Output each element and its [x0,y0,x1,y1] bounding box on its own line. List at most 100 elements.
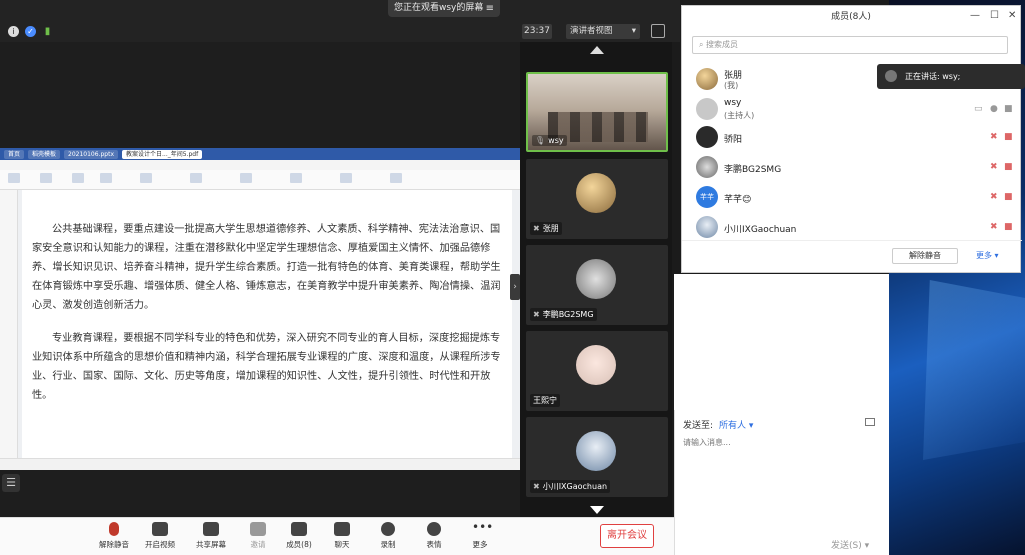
windows-logo-light [923,280,1025,460]
document-menu-bar [0,160,520,170]
scroll-down-arrow-icon[interactable] [590,506,604,514]
document-sidebar [0,190,18,458]
chat-panel: 发送至: 所有人 ▾ 发送(S) ▾ [674,410,889,555]
member-row[interactable]: 小川IXGaochuan ✖ ■ [682,212,1022,238]
add-person-icon [250,522,266,536]
mic-muted-icon: ✖ [990,222,998,232]
participant-name: ✖ 张朋 [530,222,562,235]
people-icon [291,522,307,536]
doc-tab-active: 教案设计个日..._年间5.pdf [122,149,203,159]
participant-tile[interactable]: ✖ 小川IXGaochuan [526,417,668,497]
mic-muted-icon: ✖ [990,132,998,142]
fullscreen-icon[interactable] [651,24,665,38]
ribbon-icon [190,173,202,183]
chat-history-area [674,274,889,410]
view-mode-button[interactable]: 演讲者视图 ▾ [566,24,640,39]
speaking-indicator: 正在讲话: wsy; [877,64,1025,89]
ribbon-icon [40,173,52,183]
camera-off-icon [152,522,168,536]
top-bar: 您正在观看wsy的屏幕 ≡ i ✓ ▮ 23:37 演讲者视图 ▾ [0,0,680,42]
paragraph: 专业教育课程，要根据不同学科专业的特色和优势，深入研究不同专业的育人目标，深度挖… [32,333,501,401]
document-page: 公共基础课程，要重点建设一批提高大学生思想道德修养、人文素质、科学精神、宪法法治… [22,190,512,458]
member-avatar: 芊芊 [696,186,718,208]
collapse-panel-handle[interactable]: › [510,274,520,300]
ribbon-icon [100,173,112,183]
unmute-button[interactable]: 解除静音 [92,522,136,550]
more-button[interactable]: ••• 更多 [458,521,502,550]
member-avatar [696,156,718,178]
participant-avatar [576,431,616,471]
chevron-down-icon: ▾ [864,541,870,551]
members-more-button[interactable]: 更多 ▾ [976,248,999,264]
paragraph: 公共基础课程，要重点建设一批提高大学生思想道德修养、人文素质、科学精神、宪法法治… [32,224,501,311]
image-icon[interactable] [865,418,875,426]
unmute-all-button[interactable]: 解除静音 [892,248,958,264]
chat-button[interactable]: 聊天 [320,522,364,550]
participant-name: 王熙宁 [530,394,560,407]
document-ribbon [0,170,520,190]
chevron-down-icon: ▾ [746,421,754,431]
camera-icon: ■ [1004,104,1013,114]
watching-banner-text: 您正在观看wsy的屏幕 [394,3,484,13]
send-to-target: 所有人 [719,421,747,431]
member-row[interactable]: wsy (主持人) ▭ ● ■ [682,94,1022,124]
start-video-button[interactable]: 开启视频 [138,522,182,550]
participant-tile[interactable]: 王熙宁 [526,331,668,411]
ribbon-icon [72,173,84,183]
meeting-toolbar: 解除静音 开启视频 共享屏幕 邀请 成员(8) 聊天 录制 表情 ••• 更多 离… [0,517,680,555]
emoji-button[interactable]: 表情 [412,522,456,550]
participant-name: ✖ 小川IXGaochuan [530,480,611,493]
camera-off-icon: ■ [1004,162,1013,172]
member-avatar [696,68,718,90]
shared-screen: 首页 稻壳模板 20210106.pptx 教案设计个日..._年间5.pdf [0,42,520,517]
mic-muted-icon: ✖ [990,192,998,202]
speaker-avatar-icon [885,70,897,82]
participant-name: 🎙 wsy [532,135,567,146]
info-icon[interactable]: i [8,26,19,37]
scroll-up-arrow-icon[interactable] [590,46,604,54]
member-row[interactable]: 骄阳 ✖ ■ [682,122,1022,152]
maximize-icon[interactable]: ☐ [990,10,999,21]
screen-share-icon: ▭ [974,104,983,114]
member-avatar [696,126,718,148]
minimize-icon[interactable]: — [970,10,980,21]
doc-tab: 20210106.pptx [64,149,118,159]
shield-icon[interactable]: ✓ [25,26,36,37]
participant-tile-speaker[interactable]: 🎙 wsy [526,72,668,152]
members-button[interactable]: 成员(8) [277,522,321,550]
camera-off-icon: ■ [1004,192,1013,202]
ribbon-icon [240,173,252,183]
document-body: 公共基础课程，要重点建设一批提高大学生思想道德修养、人文素质、科学精神、宪法法治… [0,190,520,458]
member-search-input[interactable]: ⌕ 搜索成员 [692,36,1008,54]
mic-muted-icon: ✖ [990,162,998,172]
speaking-label: 正在讲话: wsy; [905,72,961,81]
meeting-window: 您正在观看wsy的屏幕 ≡ i ✓ ▮ 23:37 演讲者视图 ▾ 首页 稻壳模… [0,0,1025,555]
share-screen-icon [203,522,219,536]
member-row[interactable]: 李鹏BG2SMG ✖ ■ [682,152,1022,182]
record-button[interactable]: 录制 [366,522,410,550]
smile-icon [427,522,441,536]
mic-icon: ● [990,104,998,114]
chat-send-to[interactable]: 发送至: 所有人 ▾ [683,418,753,431]
list-menu-icon[interactable]: ☰ [2,474,20,492]
ribbon-icon [390,173,402,183]
participant-tile[interactable]: ✖ 张朋 [526,159,668,239]
signal-icon[interactable]: ▮ [42,26,53,37]
share-screen-button[interactable]: 共享屏幕 [189,522,233,550]
menu-icon[interactable]: ≡ [486,0,494,17]
chat-send-button[interactable]: 发送(S) ▾ [831,538,869,551]
invite-button[interactable]: 邀请 [236,522,280,550]
mic-muted-icon: ✖ [533,224,540,233]
ribbon-icon [8,173,20,183]
participant-video-column: 🎙 wsy ✖ 张朋 ✖ 李鹏BG2SMG 王熙宁 ✖ 小川IXGaochuan [520,42,672,517]
participant-name: ✖ 李鹏BG2SMG [530,308,597,321]
ribbon-icon [140,173,152,183]
chat-message-input[interactable] [683,432,878,452]
doc-tab: 稻壳模板 [28,149,61,159]
participant-tile[interactable]: ✖ 李鹏BG2SMG [526,245,668,325]
close-icon[interactable]: ✕ [1008,10,1016,21]
member-avatar [696,216,718,238]
leave-meeting-button[interactable]: 离开会议 [600,524,654,548]
mic-icon: 🎙 [535,136,546,145]
member-row[interactable]: 芊芊 芊芊😊 ✖ ■ [682,182,1022,212]
